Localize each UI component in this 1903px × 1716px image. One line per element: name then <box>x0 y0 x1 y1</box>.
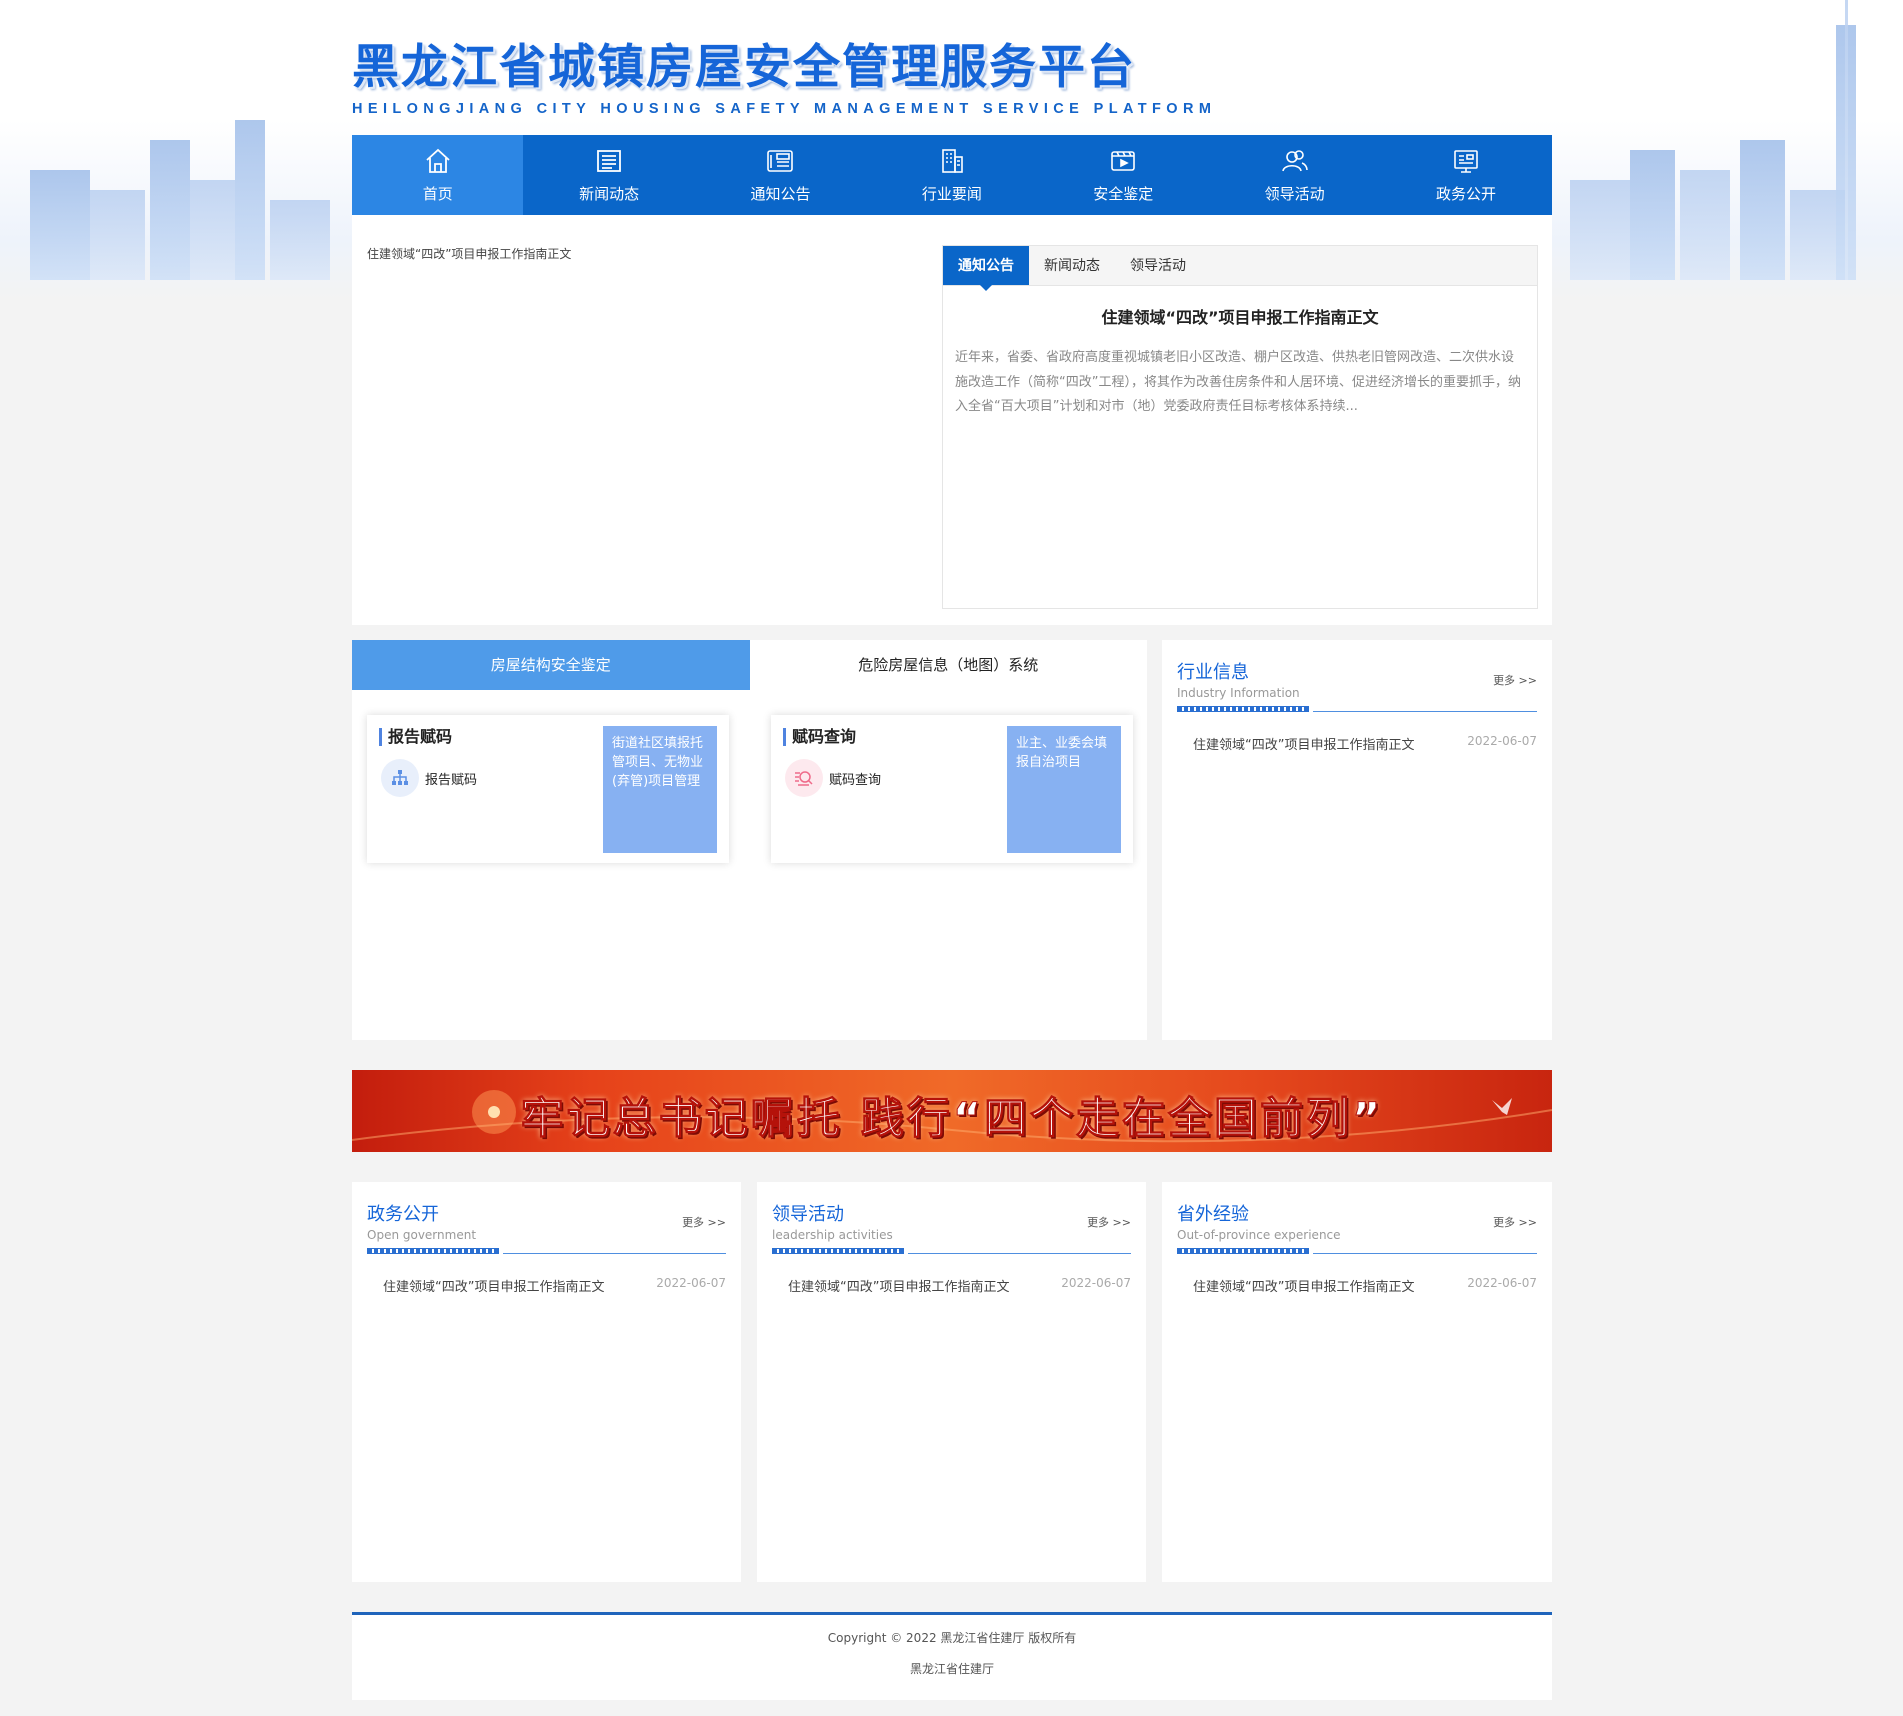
site-logo[interactable]: 黑龙江省城镇房屋安全管理服务平台 HEILONGJIANG CITY HOUSI… <box>352 28 1216 117</box>
tab-leader[interactable]: 领导活动 <box>1115 246 1201 285</box>
list-item-date: 2022-06-07 <box>1467 734 1537 748</box>
article-title[interactable]: 住建领域“四改”项目申报工作指南正文 <box>943 304 1537 328</box>
list-item[interactable]: 住建领域“四改”项目申报工作指南正文 2022-06-07 <box>1193 734 1537 753</box>
nav-item-industry[interactable]: 行业要闻 <box>866 135 1037 215</box>
slogan-banner[interactable]: 牢记总书记嘱托 践行“四个走在全国前列” <box>352 1070 1552 1152</box>
panel-subtitle: Out-of-province experience <box>1177 1228 1341 1242</box>
card-title: 赋码查询 <box>783 728 856 746</box>
video-icon <box>1111 151 1136 171</box>
users-icon <box>1281 150 1308 172</box>
card-title: 报告赋码 <box>379 728 452 746</box>
search-list-icon <box>785 759 823 797</box>
news-tabs-box: 通知公告 新闻动态 领导活动 住建领域“四改”项目申报工作指南正文 近年来，省委… <box>942 245 1538 609</box>
more-link[interactable]: 更多 >> <box>1493 672 1537 688</box>
report-coding-link[interactable]: 报告赋码 <box>381 759 477 797</box>
card-link-label: 报告赋码 <box>425 772 478 788</box>
owner-self-project-button[interactable]: 业主、业委会填报自治项目 <box>1007 726 1121 853</box>
site-title-en: HEILONGJIANG CITY HOUSING SAFETY MANAGEM… <box>352 101 1217 117</box>
hierarchy-icon <box>381 759 419 797</box>
nav-item-home[interactable]: 首页 <box>352 135 524 215</box>
list-item[interactable]: 住建领域“四改”项目申报工作指南正文 2022-06-07 <box>383 1276 726 1295</box>
banner-text: 牢记总书记嘱托 践行“四个走在全国前列” <box>520 1094 1384 1145</box>
nav-item-leader[interactable]: 领导活动 <box>1209 135 1380 215</box>
community-project-button[interactable]: 街道社区填报托管项目、无物业(弃管)项目管理 <box>603 726 717 853</box>
top-section: 住建领域“四改”项目申报工作指南正文 通知公告 新闻动态 领导活动 住建领域“四… <box>352 215 1552 625</box>
building-icon <box>942 149 963 173</box>
panel-divider <box>1177 1248 1537 1256</box>
list-item[interactable]: 住建领域“四改”项目申报工作指南正文 2022-06-07 <box>1193 1276 1537 1295</box>
card-link-label: 赋码查询 <box>829 772 882 788</box>
tab-dangerous-housing-map[interactable]: 危险房屋信息（地图）系统 <box>750 640 1148 690</box>
panel-subtitle: Open government <box>367 1228 477 1242</box>
monitor-icon <box>1454 150 1478 173</box>
list-item-title: 住建领域“四改”项目申报工作指南正文 <box>1193 1280 1415 1295</box>
nav-label: 首页 <box>422 185 453 203</box>
panel-subtitle: Industry Information <box>1177 686 1300 700</box>
panel-subtitle: leadership activities <box>772 1228 893 1242</box>
page-footer: Copyright © 2022 黑龙江省住建厅 版权所有 黑龙江省住建厅 <box>352 1612 1552 1700</box>
more-link[interactable]: 更多 >> <box>1087 1214 1131 1230</box>
nav-label: 政务公开 <box>1436 185 1497 203</box>
list-item[interactable]: 住建领域“四改”项目申报工作指南正文 2022-06-07 <box>788 1276 1131 1295</box>
industry-info-panel: 行业信息 Industry Information 更多 >> 住建领域“四改”… <box>1162 640 1552 1040</box>
report-coding-card: 报告赋码 报告赋码 街道社区填报托管项目、无物业(弃管)项目管理 <box>367 715 729 863</box>
panel-divider <box>367 1248 726 1256</box>
list-item-title: 住建领域“四改”项目申报工作指南正文 <box>1193 738 1415 753</box>
nav-label: 安全鉴定 <box>1093 185 1154 203</box>
coding-query-link[interactable]: 赋码查询 <box>785 759 881 797</box>
nav-label: 行业要闻 <box>921 185 982 203</box>
list-item-date: 2022-06-07 <box>1061 1276 1131 1290</box>
nav-item-safety[interactable]: 安全鉴定 <box>1038 135 1209 215</box>
slideshow-caption[interactable]: 住建领域“四改”项目申报工作指南正文 <box>367 245 571 262</box>
tab-structure-safety[interactable]: 房屋结构安全鉴定 <box>352 640 750 690</box>
list-item-title: 住建领域“四改”项目申报工作指南正文 <box>788 1280 1010 1295</box>
news-tab-bar: 通知公告 新闻动态 领导活动 <box>943 246 1537 291</box>
article-summary: 近年来，省委、省政府高度重视城镇老旧小区改造、棚户区改造、供热老旧管网改造、二次… <box>955 350 1521 414</box>
panel-title: 行业信息 <box>1177 662 1249 683</box>
tab-notice[interactable]: 通知公告 <box>943 246 1029 291</box>
nav-item-notice[interactable]: 通知公告 <box>695 135 866 215</box>
newspaper-icon <box>767 150 794 172</box>
more-link[interactable]: 更多 >> <box>1493 1214 1537 1230</box>
more-link[interactable]: 更多 >> <box>682 1214 726 1230</box>
systems-section: 房屋结构安全鉴定 危险房屋信息（地图）系统 报告赋码 报告赋码 街道社区填报托管… <box>352 640 1147 1040</box>
footer-org: 黑龙江省住建厅 <box>909 1662 994 1676</box>
nav-item-news[interactable]: 新闻动态 <box>523 135 694 215</box>
panel-title: 省外经验 <box>1177 1204 1249 1225</box>
news-list-icon <box>597 150 621 172</box>
list-item-title: 住建领域“四改”项目申报工作指南正文 <box>383 1280 605 1295</box>
systems-tab-bar: 房屋结构安全鉴定 危险房屋信息（地图）系统 <box>352 640 1147 690</box>
gov-open-panel: 政务公开 Open government 更多 >> 住建领域“四改”项目申报工… <box>352 1182 741 1582</box>
nav-label: 通知公告 <box>750 185 811 203</box>
copyright-text: Copyright © 2022 黑龙江省住建厅 版权所有 <box>827 1631 1077 1645</box>
list-item-date: 2022-06-07 <box>1467 1276 1537 1290</box>
main-nav: 首页 新闻动态 通知公告 行业要闻 安全鉴定 领导活动 政务公开 <box>352 135 1552 215</box>
coding-query-card: 赋码查询 赋码查询 业主、业委会填报自治项目 <box>771 715 1133 863</box>
nav-label: 新闻动态 <box>579 185 640 203</box>
panel-title: 领导活动 <box>772 1204 844 1225</box>
nav-label: 领导活动 <box>1264 185 1325 203</box>
nav-item-gov[interactable]: 政务公开 <box>1380 135 1551 215</box>
home-icon <box>426 148 450 173</box>
panel-divider <box>1177 706 1537 714</box>
panel-title: 政务公开 <box>367 1204 439 1225</box>
tab-news[interactable]: 新闻动态 <box>1029 246 1115 285</box>
outside-experience-panel: 省外经验 Out-of-province experience 更多 >> 住建… <box>1162 1182 1552 1582</box>
leader-activity-panel: 领导活动 leadership activities 更多 >> 住建领域“四改… <box>757 1182 1146 1582</box>
list-item-date: 2022-06-07 <box>656 1276 726 1290</box>
panel-divider <box>772 1248 1131 1256</box>
site-title-cn: 黑龙江省城镇房屋安全管理服务平台 <box>352 40 1136 95</box>
